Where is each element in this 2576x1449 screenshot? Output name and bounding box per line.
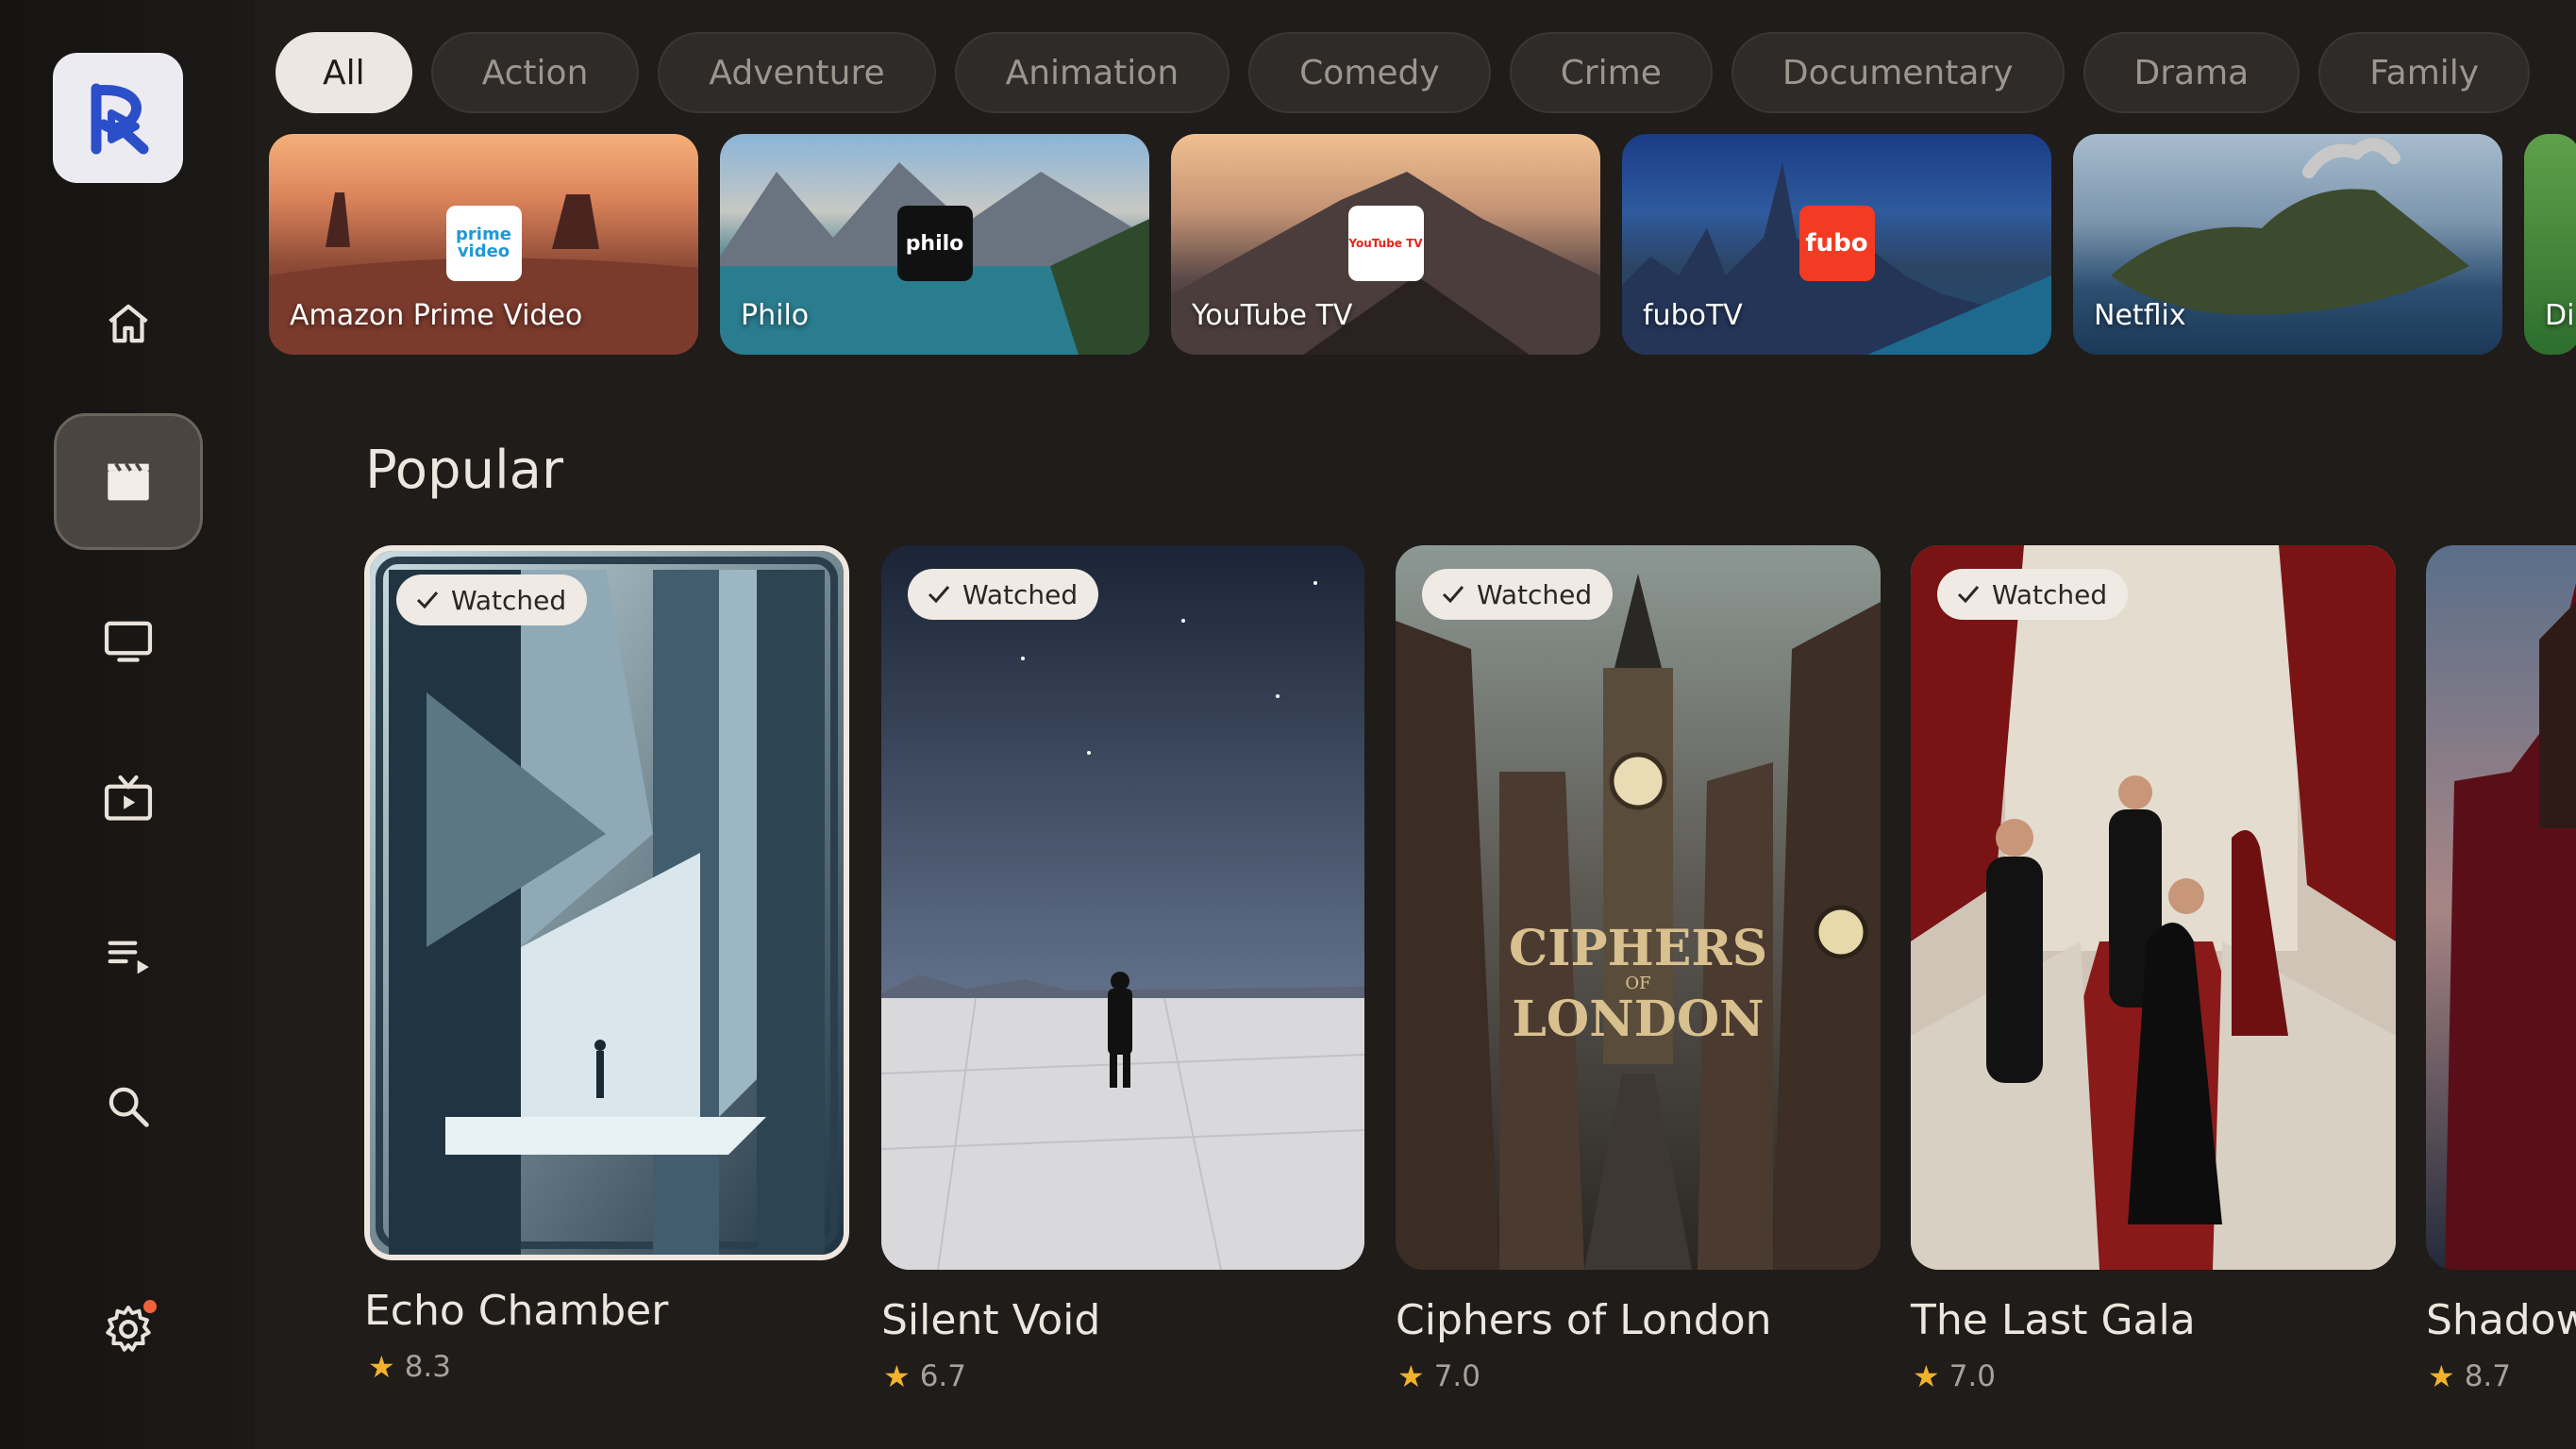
watched-label: Watched [962, 578, 1079, 610]
service-tile-youtube-tv[interactable]: YouTube TV YouTube TV [1171, 134, 1600, 355]
star-icon: ★ [368, 1349, 395, 1385]
service-tile-philo[interactable]: philo Philo [720, 134, 1149, 355]
service-label: Amazon Prime Video [290, 299, 583, 332]
notification-dot [143, 1300, 157, 1313]
movie-card-ciphers-of-london[interactable]: CIPHERS OF LONDON Watched [1396, 545, 1881, 1270]
nav-tv[interactable] [54, 572, 203, 708]
service-label: Philo [741, 299, 810, 332]
chip-family[interactable]: Family [2318, 32, 2531, 113]
checkmark-icon [928, 586, 950, 604]
poster-silent-void [881, 545, 1364, 1270]
clapperboard-icon [108, 462, 149, 500]
watched-label: Watched [451, 584, 567, 616]
service-tile-partial[interactable]: Di [2524, 134, 2576, 355]
rating-value: 8.7 [2464, 1359, 2511, 1393]
youtube-tv-logo: YouTube TV [1347, 206, 1424, 281]
checkmark-icon [1442, 586, 1464, 604]
movie-card-shadow[interactable] [2426, 545, 2576, 1270]
nav-settings[interactable] [54, 1260, 203, 1397]
watched-label: Watched [1992, 578, 2108, 610]
chip-comedy[interactable]: Comedy [1248, 32, 1491, 113]
app-logo-icon [91, 83, 149, 155]
watched-badge: Watched [1422, 569, 1614, 620]
nav-movies[interactable] [54, 413, 203, 550]
rating-value: 8.3 [404, 1350, 451, 1384]
service-label: fuboTV [1643, 299, 1743, 332]
chip-drama[interactable]: Drama [2083, 32, 2300, 113]
service-tile-amazon-prime-video[interactable]: prime video Amazon Prime Video [269, 134, 698, 355]
philo-logo: philo [896, 206, 973, 281]
star-icon: ★ [1397, 1358, 1425, 1394]
star-icon: ★ [883, 1358, 911, 1394]
service-label: YouTube TV [1192, 299, 1353, 332]
watched-badge: Watched [396, 575, 588, 625]
fubo-logo: fubo [1798, 206, 1875, 281]
sidebar [0, 0, 255, 1449]
movie-card-echo-chamber[interactable]: Watched [364, 545, 849, 1260]
service-tile-netflix[interactable]: Netflix [2073, 134, 2502, 355]
star-icon: ★ [1913, 1358, 1940, 1394]
movie-title: Shadow [2426, 1296, 2576, 1344]
chip-all[interactable]: All [276, 32, 412, 113]
prime-video-logo: prime video [445, 206, 522, 281]
genre-filter-bar: All Action Adventure Animation Comedy Cr… [276, 32, 2531, 113]
section-title-popular: Popular [365, 440, 563, 501]
watched-badge: Watched [908, 569, 1099, 620]
service-label: Di [2545, 299, 2575, 332]
chip-action[interactable]: Action [430, 32, 640, 113]
rating-value: 7.0 [1949, 1359, 1996, 1393]
movie-rating: ★ 8.7 [2428, 1358, 2511, 1394]
poster-title-line2: LONDON [1512, 991, 1764, 1048]
poster-ciphers-of-london: CIPHERS OF LONDON [1396, 545, 1881, 1270]
movie-title: Echo Chamber [364, 1287, 669, 1335]
star-icon: ★ [2428, 1358, 2455, 1394]
movie-card-the-last-gala[interactable]: Watched [1911, 545, 2396, 1270]
movie-card-silent-void[interactable]: Watched [881, 545, 1364, 1270]
poster-shadow [2426, 545, 2576, 1270]
movie-rating: ★ 8.3 [368, 1349, 451, 1385]
movie-rating: ★ 7.0 [1397, 1358, 1480, 1394]
poster-title-line1: CIPHERS [1509, 920, 1767, 977]
service-label: Netflix [2094, 299, 2186, 332]
checkmark-icon [416, 591, 439, 609]
movie-title: Silent Void [881, 1296, 1101, 1344]
search-icon [109, 1087, 149, 1127]
tv-icon [104, 621, 153, 662]
nav-search[interactable] [54, 1038, 203, 1174]
nav-playlist[interactable] [54, 887, 203, 1024]
watched-label: Watched [1477, 578, 1593, 610]
movie-title: Ciphers of London [1396, 1296, 1772, 1344]
checkmark-icon [1957, 586, 1980, 604]
rating-value: 7.0 [1433, 1359, 1480, 1393]
movie-title: The Last Gala [1911, 1296, 2196, 1344]
live-tv-icon [104, 774, 153, 821]
app-logo[interactable] [53, 53, 183, 183]
movie-rating: ★ 6.7 [883, 1358, 966, 1394]
movie-rating: ★ 7.0 [1913, 1358, 1996, 1394]
nav-live[interactable] [54, 730, 203, 867]
watched-badge: Watched [1937, 569, 2129, 620]
chip-documentary[interactable]: Documentary [1731, 32, 2065, 113]
home-icon [109, 304, 148, 342]
rating-value: 6.7 [919, 1359, 966, 1393]
poster-the-last-gala [1911, 545, 2396, 1270]
chip-animation[interactable]: Animation [954, 32, 1230, 113]
nav-home[interactable] [54, 255, 203, 391]
streaming-services-row: prime video Amazon Prime Video philo Phi… [269, 134, 2576, 355]
service-tile-fubotv[interactable]: fubo fuboTV [1622, 134, 2051, 355]
poster-echo-chamber [370, 551, 844, 1255]
chip-crime[interactable]: Crime [1509, 32, 1713, 113]
playlist-icon [108, 941, 149, 974]
chip-adventure[interactable]: Adventure [658, 32, 936, 113]
